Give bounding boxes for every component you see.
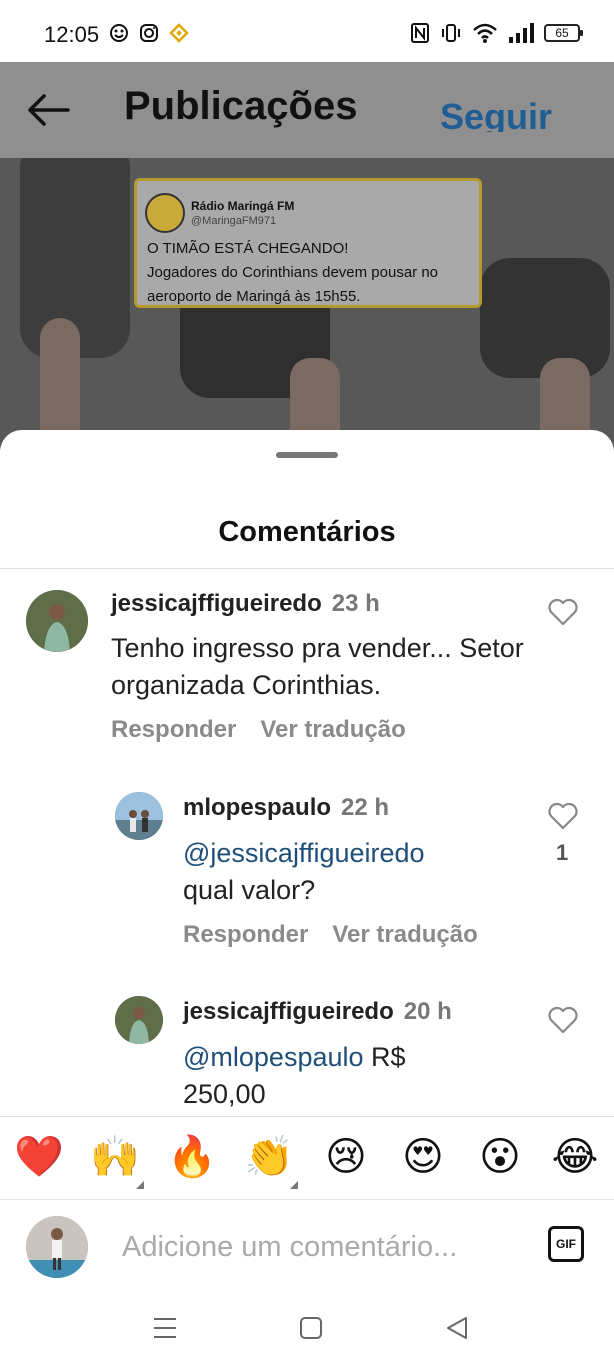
header: Publicações Seguir: [0, 62, 614, 158]
signal-icon: [509, 23, 534, 43]
comment-time: 22 h: [341, 794, 390, 821]
binance-icon: [168, 22, 190, 44]
back-arrow-icon[interactable]: [26, 92, 70, 128]
reply-button[interactable]: Responder: [183, 921, 308, 948]
comment-text: qual valor?: [183, 875, 316, 905]
emoji-raised-hands[interactable]: 🙌: [90, 1133, 140, 1181]
heart-icon[interactable]: [548, 1006, 578, 1034]
follow-button[interactable]: Seguir: [440, 96, 552, 132]
mention-link[interactable]: @jessicajffigueiredo: [183, 835, 523, 872]
emoji-laughing[interactable]: 😂: [550, 1133, 600, 1181]
avatar[interactable]: [115, 996, 163, 1044]
tweet-card: Rádio Maringá FM @MaringaFM971 O TIMÃO E…: [134, 178, 482, 308]
tweet-handle: @MaringaFM971: [191, 215, 277, 227]
gif-button[interactable]: GIF: [548, 1226, 584, 1262]
tweet-account: Rádio Maringá FM: [191, 199, 295, 213]
avatar[interactable]: [115, 792, 163, 840]
wifi-icon: [473, 23, 497, 43]
emoji-fire[interactable]: 🔥: [167, 1133, 217, 1181]
emoji-crying[interactable]: 😢: [321, 1133, 371, 1181]
status-time: 12:05: [44, 22, 100, 47]
reply-button[interactable]: Responder: [111, 716, 236, 743]
emoji-clap[interactable]: 👏: [244, 1133, 294, 1181]
comment-text: Tenho ingresso pra vender... Setor organ…: [111, 633, 524, 700]
menu-icon[interactable]: [152, 1316, 178, 1340]
my-avatar: [26, 1216, 88, 1278]
comment-username[interactable]: jessicajffigueiredo: [111, 590, 322, 617]
comment-username[interactable]: jessicajffigueiredo: [183, 998, 394, 1025]
page-title: Publicações: [124, 84, 358, 128]
vibrate-icon: [442, 24, 460, 42]
nfc-icon: [411, 23, 429, 43]
skin-tone-indicator: [290, 1181, 298, 1189]
heart-icon[interactable]: [548, 802, 578, 830]
tweet-line-1: O TIMÃO ESTÁ CHEGANDO!: [147, 240, 349, 257]
face-icon: [108, 22, 130, 44]
comment-input-bar: GIF: [0, 1200, 614, 1292]
radio-logo-icon: [145, 193, 185, 233]
comment-time: 20 h: [403, 998, 452, 1025]
heart-icon[interactable]: [548, 598, 578, 626]
translate-button[interactable]: Ver tradução: [260, 716, 405, 743]
emoji-heart[interactable]: ❤️: [14, 1133, 64, 1181]
tweet-line-2: Jogadores do Corinthians devem pousar no…: [147, 264, 439, 305]
battery-icon: 65: [544, 24, 583, 42]
comment-input[interactable]: [122, 1228, 522, 1266]
emoji-bar: ❤️ 🙌 🔥 👏 😢 😍 😮 😂: [0, 1116, 614, 1200]
divider: [0, 568, 614, 569]
like-count: 1: [556, 840, 569, 865]
sheet-title: Comentários: [218, 516, 396, 548]
comment-time: 23 h: [331, 590, 380, 617]
emoji-heart-eyes[interactable]: 😍: [398, 1133, 448, 1181]
post-image: Rádio Maringá FM @MaringaFM971 O TIMÃO E…: [0, 158, 614, 450]
mention-link[interactable]: @mlopespaulo: [183, 1042, 364, 1072]
emoji-surprised[interactable]: 😮: [475, 1133, 525, 1181]
drag-handle[interactable]: [276, 452, 338, 458]
translate-button[interactable]: Ver tradução: [332, 921, 477, 948]
status-bar: 12:05 65: [0, 0, 614, 62]
avatar[interactable]: [26, 590, 88, 652]
back-icon[interactable]: [444, 1316, 470, 1340]
instagram-icon: [138, 22, 160, 44]
system-nav-bar: [0, 1292, 614, 1364]
comment-username[interactable]: mlopespaulo: [183, 794, 331, 821]
skin-tone-indicator: [136, 1181, 144, 1189]
home-icon[interactable]: [298, 1316, 324, 1340]
